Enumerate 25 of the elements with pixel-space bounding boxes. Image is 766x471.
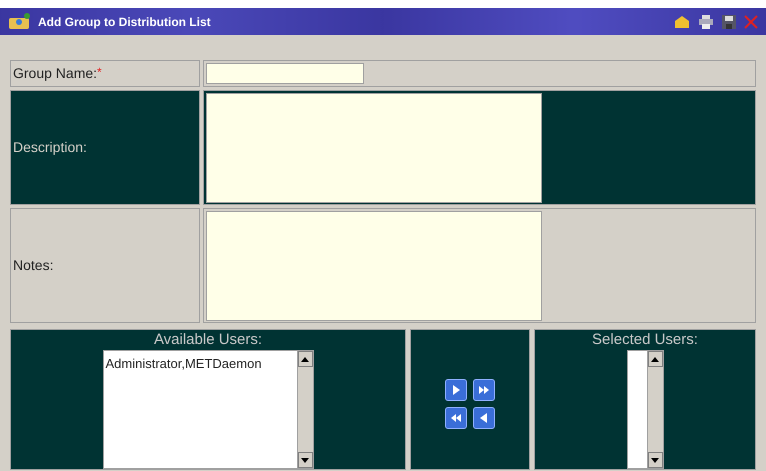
field-label: Notes: — [13, 256, 54, 275]
group-name-field[interactable] — [206, 63, 364, 84]
transfer-button[interactable] — [445, 406, 467, 428]
transfer-button[interactable] — [473, 378, 495, 400]
text-area[interactable] — [206, 92, 542, 202]
print-icon[interactable] — [698, 14, 714, 28]
field-label: Group Name: — [13, 64, 98, 83]
scrollbar[interactable] — [646, 351, 662, 468]
panel-label: Selected Users: — [592, 330, 698, 350]
transfer-button[interactable] — [445, 378, 467, 400]
selected-users-list[interactable] — [626, 350, 664, 469]
field-label: Description: — [13, 138, 87, 157]
scrollbar[interactable] — [296, 351, 312, 468]
transfer-button[interactable] — [473, 406, 495, 428]
window-title: Add Group to Distribution List — [38, 14, 211, 30]
group-icon — [8, 12, 30, 30]
required-mark: * — [97, 64, 102, 81]
down-arrow-icon — [651, 458, 659, 462]
list-item[interactable]: Administrator,METDaemon — [106, 354, 296, 374]
up-arrow-icon — [651, 356, 659, 362]
up-arrow-icon — [301, 356, 309, 362]
available-users-list[interactable]: Administrator,METDaemon — [102, 350, 314, 469]
down-arrow-icon — [301, 458, 309, 462]
panel-label: Available Users: — [154, 330, 262, 350]
save-icon[interactable] — [722, 14, 736, 28]
